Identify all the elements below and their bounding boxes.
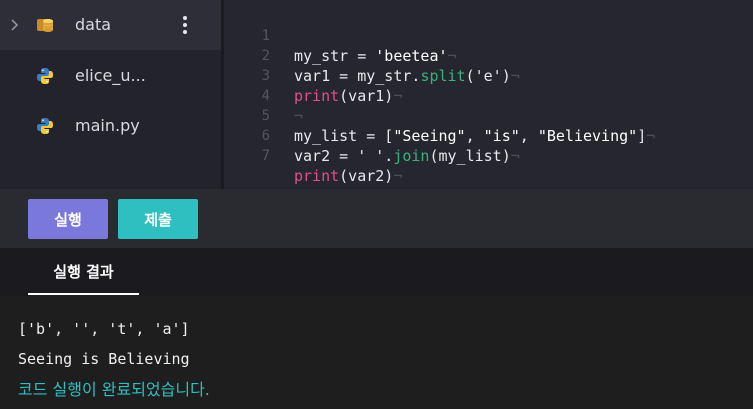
- code-line: 7 print(var2)¬: [224, 126, 753, 185]
- tab-label: 실행 결과: [53, 263, 114, 281]
- file-explorer: data elice_u... main.py: [0, 0, 221, 189]
- console-output: ['b', '', 't', 'a'] Seeing is Believing …: [0, 296, 753, 409]
- code-line: 2 var1 = my_str.split('e')¬: [224, 26, 753, 85]
- file-item-main-py[interactable]: main.py: [0, 101, 221, 151]
- code-line: 4 ¬: [224, 66, 753, 125]
- code-text: var2 = ' '.join(my_list)¬: [294, 147, 520, 165]
- submit-button[interactable]: 제출: [118, 199, 198, 239]
- file-name: elice_u...: [75, 66, 146, 85]
- execution-status: 코드 실행이 완료되었습니다.: [18, 380, 210, 399]
- database-icon: [37, 19, 53, 32]
- line-number: 7: [261, 148, 270, 164]
- python-icon: [37, 68, 53, 84]
- code-line: 5 my_list = ["Seeing", "is", "Believing"…: [224, 86, 753, 145]
- chevron-right-icon[interactable]: [10, 17, 20, 33]
- code-line: 6 var2 = ' '.join(my_list)¬: [224, 106, 753, 165]
- file-item-elice-utils[interactable]: elice_u...: [0, 51, 221, 101]
- more-options-icon[interactable]: [180, 14, 190, 36]
- code-line: 3 print(var1)¬: [224, 46, 753, 105]
- code-text: print(var2)¬: [294, 167, 403, 185]
- output-line: Seeing is Believing: [18, 350, 190, 368]
- result-tabs: 실행 결과: [0, 248, 753, 296]
- file-name: main.py: [75, 116, 140, 135]
- code-line: 1 my_str = 'beetea'¬: [224, 6, 753, 65]
- action-toolbar: 실행 제출: [0, 189, 753, 248]
- active-tab-indicator: [28, 293, 139, 295]
- code-editor[interactable]: 1 my_str = 'beetea'¬ 2 var1 = my_str.spl…: [224, 0, 753, 189]
- tab-run-result[interactable]: 실행 결과: [28, 248, 139, 296]
- file-item-data[interactable]: data: [0, 0, 221, 50]
- run-button[interactable]: 실행: [28, 199, 108, 239]
- file-name: data: [75, 15, 112, 34]
- python-icon: [37, 118, 53, 134]
- output-line: ['b', '', 't', 'a']: [18, 320, 190, 338]
